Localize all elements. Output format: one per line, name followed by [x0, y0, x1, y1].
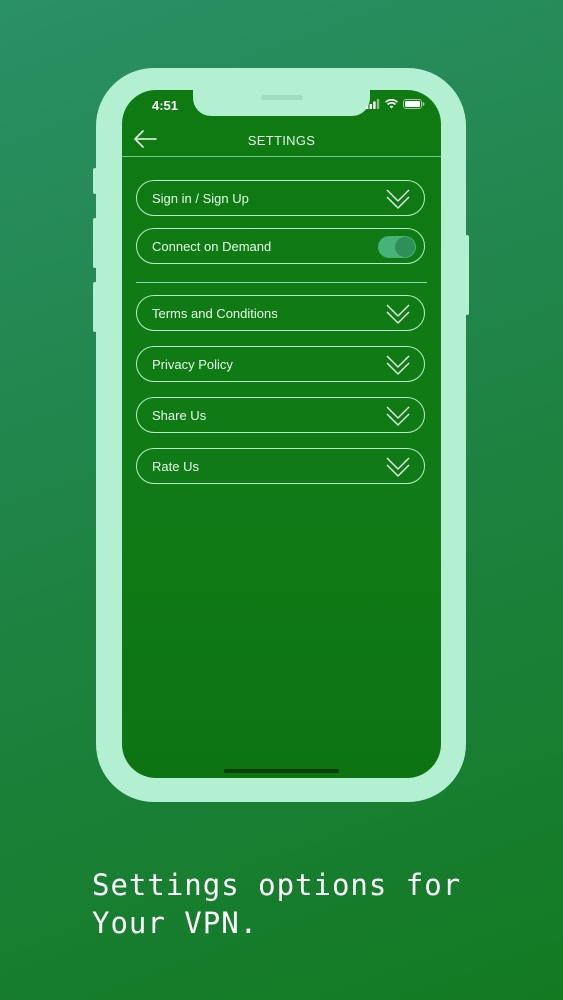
section-divider — [136, 282, 427, 283]
connect-on-demand-row: Connect on Demand — [136, 228, 425, 264]
header-divider — [122, 156, 441, 157]
connect-on-demand-toggle[interactable] — [378, 236, 416, 258]
double-chevron-down-icon — [386, 189, 410, 209]
wifi-icon — [385, 99, 398, 109]
speaker-grille — [261, 95, 303, 100]
notch — [193, 90, 370, 116]
double-chevron-down-icon — [386, 355, 410, 375]
terms-row[interactable]: Terms and Conditions — [136, 295, 425, 331]
status-icons — [366, 99, 425, 109]
double-chevron-down-icon — [386, 457, 410, 477]
toggle-knob — [395, 237, 415, 257]
rate-label: Rate Us — [152, 459, 199, 474]
terms-label: Terms and Conditions — [152, 306, 278, 321]
sign-in-row[interactable]: Sign in / Sign Up — [136, 180, 425, 216]
caption: Settings options for Your VPN. — [92, 866, 532, 942]
share-row[interactable]: Share Us — [136, 397, 425, 433]
share-label: Share Us — [152, 408, 207, 423]
double-chevron-down-icon — [386, 304, 410, 324]
battery-icon — [403, 99, 425, 109]
double-chevron-down-icon — [386, 406, 410, 426]
page-title: SETTINGS — [247, 133, 316, 148]
sign-in-label: Sign in / Sign Up — [152, 191, 249, 206]
phone-screen: 4:51 SETTINGS Sign in / Sign Up Connect … — [122, 90, 441, 778]
home-indicator — [224, 769, 339, 773]
status-time: 4:51 — [152, 98, 179, 113]
privacy-row[interactable]: Privacy Policy — [136, 346, 425, 382]
caption-line-1: Settings options for — [92, 868, 462, 902]
connect-on-demand-label: Connect on Demand — [152, 239, 272, 254]
rate-row[interactable]: Rate Us — [136, 448, 425, 484]
privacy-label: Privacy Policy — [152, 357, 233, 372]
signal-icon — [366, 99, 380, 109]
caption-line-2: Your VPN. — [92, 906, 259, 940]
